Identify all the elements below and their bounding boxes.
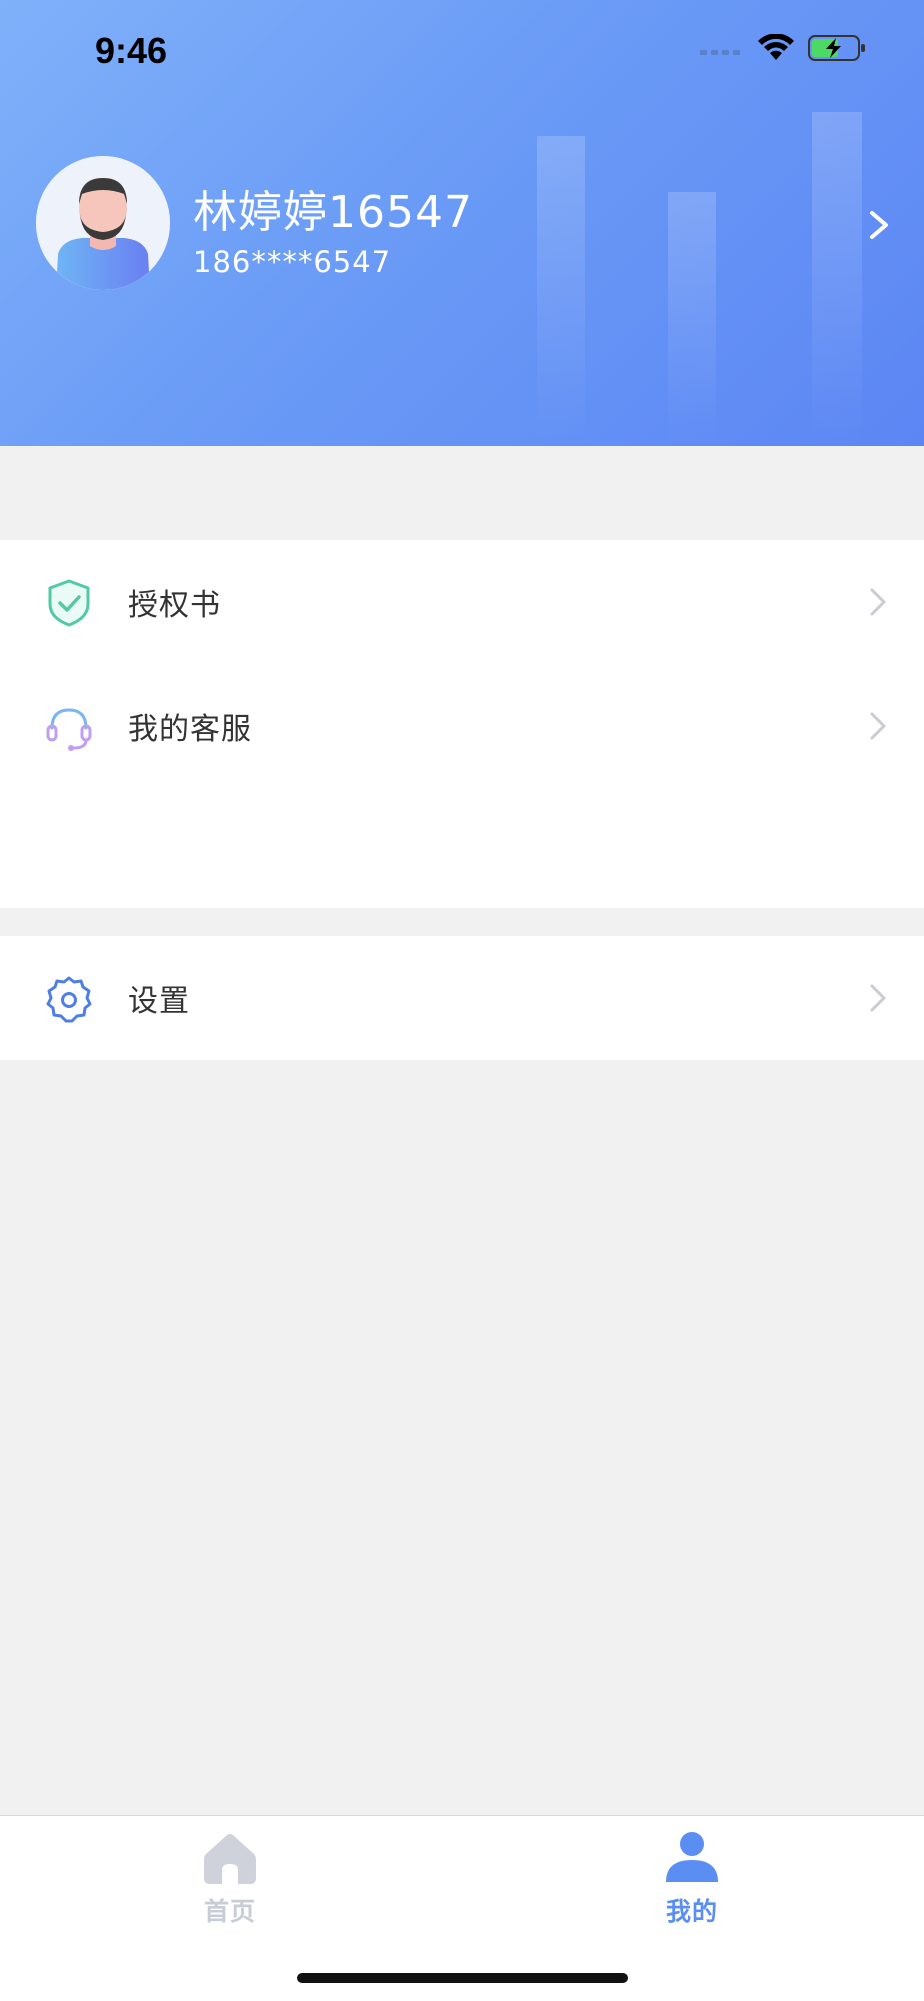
status-bar: 9:46 — [0, 0, 924, 104]
header-decoration — [812, 112, 862, 446]
status-icons — [700, 33, 866, 66]
avatar[interactable] — [36, 156, 170, 290]
tab-label-home: 首页 — [203, 1897, 256, 1926]
tab-mine[interactable]: 我的 — [592, 1816, 792, 1926]
headset-icon — [44, 702, 94, 752]
status-time: 9:46 — [95, 30, 168, 71]
header-decoration — [668, 192, 716, 446]
tab-home[interactable]: 首页 — [130, 1816, 330, 1926]
header-decoration — [537, 136, 585, 446]
profile-name: 林婷婷16547 — [193, 187, 473, 238]
menu-label-settings: 设置 — [128, 984, 190, 1019]
shield-check-icon — [44, 578, 94, 628]
menu-item-customer-service[interactable]: 我的客服 — [0, 664, 924, 788]
home-indicator — [297, 1973, 628, 1983]
gear-icon — [44, 974, 94, 1024]
profile-chevron-right-icon[interactable] — [864, 205, 894, 245]
chevron-right-icon — [868, 710, 888, 742]
wifi-icon — [758, 33, 794, 66]
menu-item-authorization[interactable]: 授权书 — [0, 540, 924, 664]
tab-label-mine: 我的 — [665, 1897, 718, 1926]
home-icon — [202, 1830, 258, 1886]
signal-icon — [700, 41, 744, 60]
menu-label-customer-service: 我的客服 — [128, 712, 252, 747]
menu-section-secondary: 设置 — [0, 936, 924, 1060]
menu-label-authorization: 授权书 — [128, 588, 221, 623]
battery-icon — [808, 34, 866, 66]
profile-phone: 186****6547 — [193, 245, 392, 279]
user-icon — [664, 1830, 720, 1886]
chevron-right-icon — [868, 586, 888, 618]
menu-item-settings[interactable]: 设置 — [0, 936, 924, 1060]
chevron-right-icon — [868, 982, 888, 1014]
menu-section-primary: 授权书 我的客服 — [0, 540, 924, 908]
